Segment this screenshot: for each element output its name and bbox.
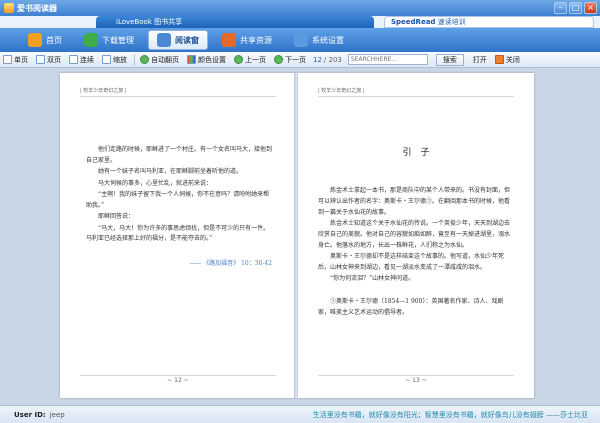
search-button[interactable]: 搜索 <box>435 53 464 66</box>
ilovebook-banner[interactable]: iLoveBook 图书共享 <box>96 16 374 28</box>
tab-reader[interactable]: 阅读窗 <box>148 30 208 50</box>
search-input[interactable] <box>347 54 428 65</box>
speedread-brand: SpeedRead <box>391 18 436 26</box>
bible-citation: —— 《路加福音》 10：38-42 <box>189 259 272 267</box>
paragraph: 她有一个妹子名叫马利亚，在耶稣脚前坐着听他的道。 <box>98 168 243 175</box>
paragraph: 奥斯卡・王尔德却不是这样结束这个故事的。他写道，水仙少年死后，山林女神来到湖边，… <box>318 253 505 271</box>
continuous-button[interactable]: 连续 <box>66 53 97 67</box>
open-button[interactable]: 打开 <box>470 53 490 67</box>
home-icon <box>28 33 42 47</box>
total-pages: / 203 <box>323 55 342 64</box>
banner-strip: iLoveBook 图书共享 SpeedRead 速读培训 <box>0 16 600 28</box>
reading-area[interactable]: | 牧羊少年奇幻之旅 | 他们走路的时候，耶稣进了一个村庄。有一个女名叫马大，接… <box>0 68 600 405</box>
continuous-icon <box>69 55 78 64</box>
prev-page-label: 上一页 <box>245 55 266 64</box>
continuous-label: 连续 <box>80 55 94 64</box>
minimize-icon[interactable]: – <box>554 2 567 14</box>
paragraph: “主啊！我的妹子留下我一个人伺候，你不在意吗？请吩咐她来帮助我。” <box>86 191 270 209</box>
zoom-icon <box>102 55 111 64</box>
paragraph: “你为何流泪？”山林女神问道。 <box>330 275 415 282</box>
window-title: 爱书阅读器 <box>17 3 57 13</box>
zoom-button[interactable]: 缩放 <box>99 53 130 67</box>
paragraph: 炼金术士拿起一本书，那是商队中的某个人带来的。书没有封面，但可以辨认出作者的名字… <box>318 187 511 216</box>
single-page-icon <box>3 55 12 64</box>
footnote: ①奥斯卡・王尔德（1854—1 900）：英国著名作家、诗人、戏剧家，唯美主义艺… <box>318 298 504 316</box>
close-window-icon[interactable]: × <box>584 2 597 14</box>
tab-download-label: 下载管理 <box>102 35 134 45</box>
toolbar-divider <box>134 53 135 66</box>
double-page-label: 双页 <box>47 55 61 64</box>
tab-home-label: 首页 <box>46 35 62 45</box>
status-bar: User ID: jeep 生活里没有书籍，就好像没有阳光；智慧里没有书籍，就好… <box>0 405 600 423</box>
right-page-number: ~ 13 ~ <box>318 375 514 386</box>
close-button[interactable]: 关闭 <box>492 53 523 67</box>
double-page-button[interactable]: 双页 <box>33 53 64 67</box>
window-controls: – □ × <box>554 2 597 14</box>
maximize-icon[interactable]: □ <box>569 2 582 14</box>
tab-settings-label: 系统设置 <box>312 35 344 45</box>
user-id-value: jeep <box>49 410 65 419</box>
palette-icon <box>187 55 196 64</box>
status-motto: 生活里没有书籍，就好像没有阳光；智慧里没有书籍，就好像鸟儿没有翅膀 ——莎士比亚 <box>312 411 588 419</box>
book-icon <box>157 33 171 47</box>
close-label: 关闭 <box>505 55 520 64</box>
share-icon <box>222 33 236 47</box>
open-label: 打开 <box>472 55 487 64</box>
close-book-icon <box>494 55 504 64</box>
paragraph: 他们走路的时候，耶稣进了一个村庄。有一个女名叫马大，接他到自己家里。 <box>86 146 273 164</box>
single-page-button[interactable]: 单页 <box>0 53 31 67</box>
download-icon <box>84 33 98 47</box>
left-page: | 牧羊少年奇幻之旅 | 他们走路的时候，耶稣进了一个村庄。有一个女名叫马大，接… <box>60 73 296 398</box>
tab-settings[interactable]: 系统设置 <box>286 30 352 50</box>
main-nav: 首页 下载管理 阅读窗 共享资源 系统设置 <box>0 28 600 52</box>
paragraph: 耶稣回答说： <box>98 213 135 220</box>
right-page-body: 炼金术士拿起一本书，那是商队中的某个人带来的。书没有封面，但可以辨认出作者的名字… <box>318 185 514 318</box>
paragraph: “马大，马大！你为许多的事思虑烦扰，但是不可少的只有一件。马利亚已经选择那上好的… <box>86 224 270 243</box>
arrow-right-icon <box>274 55 283 64</box>
next-page-label: 下一页 <box>285 55 306 64</box>
prev-page-button[interactable]: 上一页 <box>231 53 269 67</box>
reader-toolbar: 单页 双页 连续 缩放 自动翻页 颜色设置 上一页 下一页 12 / 203 搜… <box>0 52 600 68</box>
left-page-number: ~ 12 ~ <box>80 375 276 386</box>
color-settings-button[interactable]: 颜色设置 <box>184 53 229 67</box>
tab-shared-resources[interactable]: 共享资源 <box>214 30 280 50</box>
tab-download-manager[interactable]: 下载管理 <box>76 30 142 50</box>
current-page-number[interactable]: 12 <box>313 56 322 64</box>
zoom-label: 缩放 <box>113 55 127 64</box>
left-page-body: 他们走路的时候，耶稣进了一个村庄。有一个女名叫马大，接他到自己家里。 她有一个妹… <box>86 145 272 269</box>
gear-icon <box>294 33 308 47</box>
arrow-left-icon <box>234 55 243 64</box>
tab-shared-label: 共享资源 <box>240 35 272 45</box>
right-page-header: | 牧羊少年奇幻之旅 | <box>318 86 514 97</box>
auto-turn-button[interactable]: 自动翻页 <box>137 53 182 67</box>
left-page-header: | 牧羊少年奇幻之旅 | <box>80 86 276 97</box>
play-icon <box>140 55 149 64</box>
tab-reader-label: 阅读窗 <box>175 35 199 45</box>
tab-home[interactable]: 首页 <box>20 30 70 50</box>
paragraph: 马大伺候的事多，心里忙乱，就进前来说： <box>98 179 213 187</box>
chapter-title: 引 子 <box>402 148 430 158</box>
title-bar: 爱书阅读器 – □ × <box>0 0 600 16</box>
auto-turn-label: 自动翻页 <box>151 55 179 64</box>
double-page-icon <box>36 55 45 64</box>
paragraph: 炼金术士知道这个关于水仙花的传说。一个英俊少年，天天到湖边去欣赏自己的美貌。他对… <box>318 220 511 249</box>
next-page-button[interactable]: 下一页 <box>271 53 309 67</box>
speedread-banner[interactable]: SpeedRead 速读培训 <box>384 16 594 28</box>
app-logo-icon <box>4 3 14 13</box>
user-id-label: User ID: <box>14 410 46 419</box>
right-page: | 牧羊少年奇幻之旅 | 引 子 炼金术士拿起一本书，那是商队中的某个人带来的。… <box>298 73 534 398</box>
single-page-label: 单页 <box>14 55 28 64</box>
speedread-text: 速读培训 <box>437 18 466 26</box>
color-settings-label: 颜色设置 <box>198 55 226 64</box>
